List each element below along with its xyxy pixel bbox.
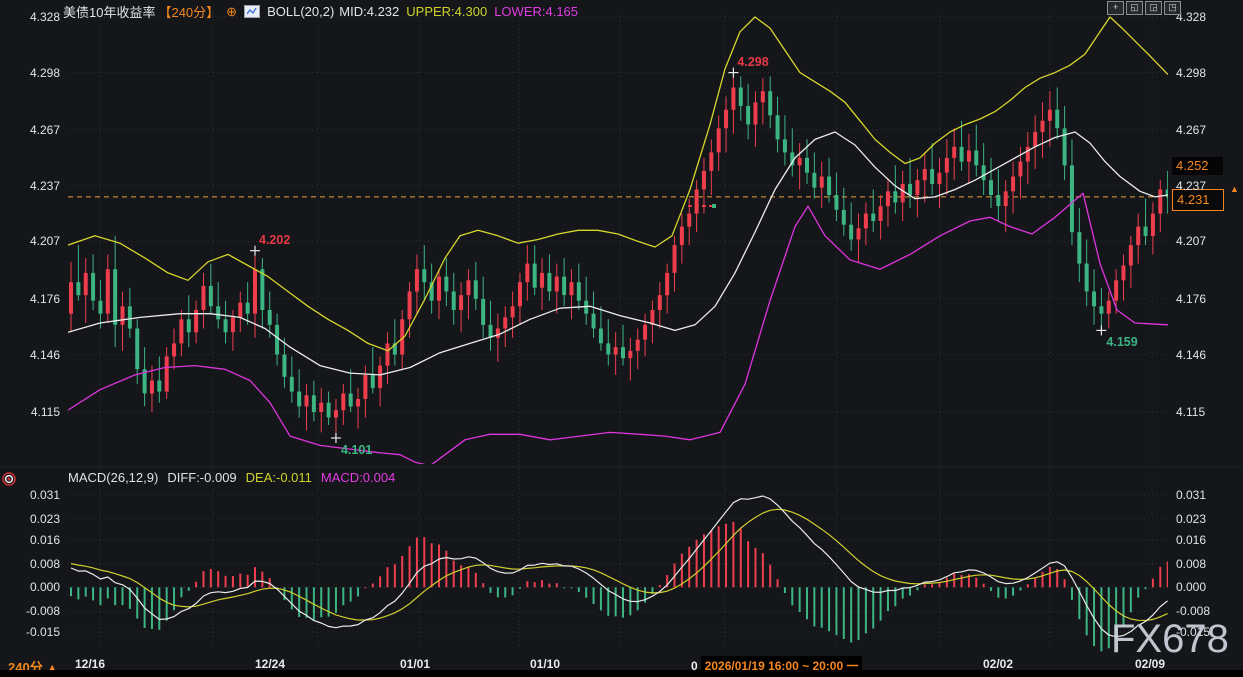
macd-axis-label-right: 0.031 — [1176, 487, 1206, 503]
pane-layout-icon-1[interactable]: ◱ — [1126, 1, 1143, 15]
time-axis-label: 01/10 — [530, 657, 560, 671]
interval-tag: 【240分】 — [158, 2, 219, 21]
price-axis-label-left: 4.267 — [14, 122, 60, 138]
macd-label: MACD(26,12,9) — [68, 470, 158, 485]
crosshair-move-icon[interactable]: + — [1107, 1, 1124, 15]
chart-window: 美债10年收益率【240分】 ⊕ BOLL(20,2) MID:4.232 UP… — [0, 0, 1243, 677]
macd-axis-label-left: 0.023 — [14, 511, 60, 527]
price-axis-label-left: 4.237 — [14, 178, 60, 194]
price-axis-label-right: 4.176 — [1176, 291, 1206, 307]
macd-header: MACD(26,12,9) DIFF:-0.009 DEA:-0.011 MAC… — [68, 470, 395, 485]
price-axis-label-right: 4.237 — [1176, 178, 1206, 194]
price-axis-label-right: 4.146 — [1176, 347, 1206, 363]
price-axis-label-right: 4.298 — [1176, 65, 1206, 81]
macd-axis-label-left: -0.015 — [14, 624, 60, 640]
window-toolbar: +◱◲◳ — [1107, 1, 1181, 15]
chart-header: 美债10年收益率【240分】 ⊕ BOLL(20,2) MID:4.232 UP… — [63, 2, 578, 21]
price-axis-label-left: 4.207 — [14, 233, 60, 249]
macd-axis-label-left: 0.016 — [14, 532, 60, 548]
price-annotation: 4.298 — [737, 55, 768, 69]
price-axis-label-left: 4.328 — [14, 9, 60, 25]
price-axis-label-left: 4.298 — [14, 65, 60, 81]
boll-lower-value: LOWER:4.165 — [494, 4, 578, 19]
macd-macd-value: MACD:0.004 — [321, 470, 395, 485]
macd-diff-value: DIFF:-0.009 — [167, 470, 236, 485]
time-axis-label: 12/16 — [75, 657, 105, 671]
pane-layout-icon-3[interactable]: ◳ — [1164, 1, 1181, 15]
macd-axis-label-right: 0.016 — [1176, 532, 1206, 548]
session-price-label: 4.252 — [1172, 157, 1223, 175]
mini-chart-icon[interactable] — [244, 5, 260, 18]
price-axis-label-right: 4.207 — [1176, 233, 1206, 249]
boll-upper-value: UPPER:4.300 — [406, 4, 487, 19]
add-indicator-icon[interactable]: ⊕ — [226, 4, 237, 20]
macd-axis-label-left: -0.008 — [14, 603, 60, 619]
price-axis-label-left: 4.146 — [14, 347, 60, 363]
indicator-settings-icon[interactable] — [2, 472, 16, 491]
watermark: FX678 — [1111, 617, 1229, 662]
time-axis-label: 01/01 — [400, 657, 430, 671]
time-axis-label: 12/24 — [255, 657, 285, 671]
macd-axis-label-left: 0.000 — [14, 579, 60, 595]
macd-axis-label-left: 0.008 — [14, 556, 60, 572]
time-axis-label: 02/02 — [983, 657, 1013, 671]
price-annotation: 4.159 — [1106, 335, 1137, 349]
price-axis-label-left: 4.176 — [14, 291, 60, 307]
macd-axis-label-right: 0.008 — [1176, 556, 1206, 572]
macd-axis-label-right: 0.000 — [1176, 579, 1206, 595]
macd-axis-label-right: 0.023 — [1176, 511, 1206, 527]
pane-layout-icon-2[interactable]: ◲ — [1145, 1, 1162, 15]
price-annotation: 4.202 — [259, 233, 290, 247]
macd-axis-label-left: 0.031 — [14, 487, 60, 503]
boll-mid-value: MID:4.232 — [339, 4, 399, 19]
price-axis-label-right: 4.115 — [1176, 404, 1205, 420]
price-axis-label-left: 4.115 — [14, 404, 60, 420]
macd-dea-value: DEA:-0.011 — [246, 470, 312, 485]
bottom-bar — [0, 670, 1243, 677]
symbol-title: 美债10年收益率 — [63, 2, 155, 21]
boll-label: BOLL(20,2) — [267, 4, 334, 19]
price-up-triangle-icon: ▲ — [1230, 184, 1239, 194]
price-axis-label-right: 4.267 — [1176, 122, 1206, 138]
chart-canvas[interactable] — [0, 0, 1243, 677]
price-annotation: 4.101 — [341, 443, 372, 457]
